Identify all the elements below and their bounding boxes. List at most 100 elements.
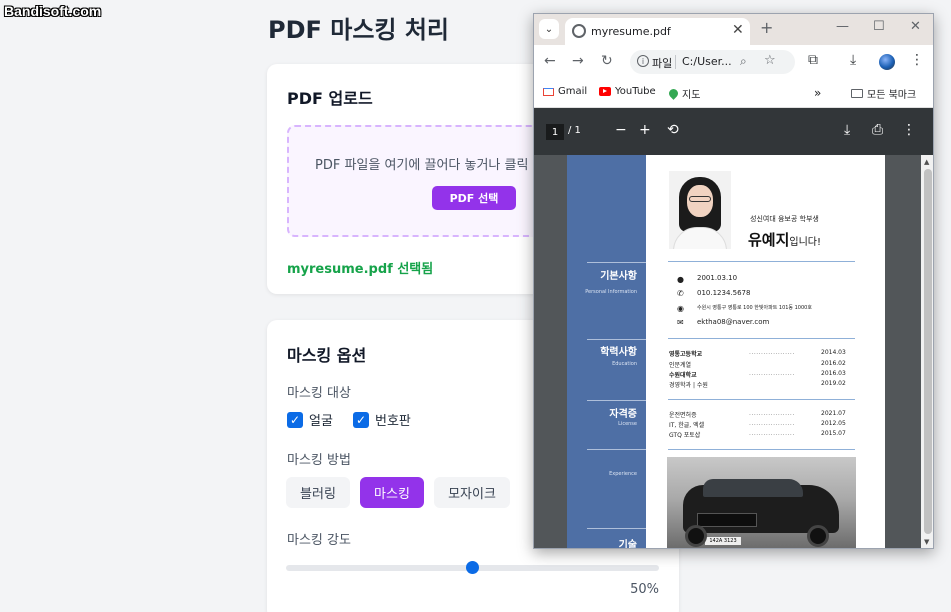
all-bookmarks[interactable]: 모든 북마크 [851,86,916,101]
divider [668,399,855,400]
edu-name: 경영학과 | 수원 [669,382,708,389]
print-icon[interactable]: ⎙ [872,122,883,138]
section-subtitle: Education [612,361,637,367]
bookmark-youtube[interactable]: YouTube [599,86,656,97]
url-text: C:/User... [682,55,732,68]
profile-photo [669,171,731,249]
location-icon: ◉ [677,304,684,313]
scroll-up-icon[interactable]: ▲ [924,158,929,166]
maps-icon [667,87,680,100]
profile-avatar[interactable] [879,54,895,70]
edu-name: 영통고등학교 [669,351,703,358]
section-title: 학력사항 [600,347,637,358]
bookmark-gmail-label: Gmail [558,86,588,97]
strength-label: 마스킹 강도 [287,533,351,548]
youtube-icon [599,87,611,96]
extensions-icon[interactable]: ⧉ [808,52,818,68]
zoom-icon[interactable]: ⌕ [740,54,747,69]
divider [668,449,855,450]
pdf-download-icon[interactable]: ⤓ [844,122,850,138]
browser-window: ⌄ myresume.pdf ✕ + — ☐ ✕ ← → ↻ i 파일 C:/U… [533,13,934,549]
bookmark-star-icon[interactable]: ☆ [764,53,776,68]
edu-date: 2016.03 [821,370,846,377]
globe-icon [572,24,586,38]
mail-icon: ✉ [677,318,684,327]
section-subtitle: Experience [609,471,637,477]
pdf-menu-icon[interactable]: ⋮ [902,122,916,138]
method-blur-button[interactable]: 블러링 [286,477,350,508]
strength-slider-thumb[interactable] [466,561,479,574]
page-number-input[interactable]: 1 [546,124,564,140]
bookmarks-bar: Gmail YouTube 지도 » 모든 북마크 [534,78,933,108]
section-subtitle: Personal Information [585,289,637,295]
rotate-icon[interactable]: ⟲ [667,122,679,138]
edu-name: 인문계열 [669,362,692,369]
resume-name: 유예지입니다! [748,229,821,250]
menu-icon[interactable]: ⋮ [910,52,924,68]
person-icon: ● [677,275,684,284]
selected-file-text: myresume.pdf 선택됨 [287,262,434,277]
photo-glasses [689,196,711,202]
more-bookmarks-icon[interactable]: » [814,86,821,100]
leader-dots: ................... [749,349,795,356]
info-icon[interactable]: i [637,55,649,67]
method-label: 마스킹 방법 [287,453,351,468]
download-icon[interactable]: ⤓ [850,52,856,68]
method-mask-button[interactable]: 마스킹 [360,477,424,508]
car-window [703,479,803,497]
scroll-down-icon[interactable]: ▼ [924,538,929,546]
forward-icon[interactable]: → [572,53,584,69]
bookmark-maps-label: 지도 [682,90,701,101]
section-divider [587,400,646,401]
close-icon[interactable]: ✕ [732,22,744,38]
address-bar[interactable]: i 파일 C:/User... ⌕ ☆ [630,50,795,74]
strength-value: 50% [630,582,659,597]
edu-date: 2019.02 [821,380,846,387]
all-bookmarks-label: 모든 북마크 [867,90,917,101]
checkmark-icon: ✓ [353,411,369,428]
bookmark-maps[interactable]: 지도 [667,86,701,101]
section-subtitle: License [618,421,637,427]
section-divider [587,339,646,340]
window-close-icon[interactable]: ✕ [910,19,921,34]
back-icon[interactable]: ← [544,53,556,69]
pdf-select-button[interactable]: PDF 선택 [432,186,516,210]
pdf-viewer[interactable]: 기본사항 Personal Information 학력사항 Education… [534,155,921,548]
method-mosaic-button[interactable]: 모자이크 [434,477,510,508]
tab-search-button[interactable]: ⌄ [539,19,559,39]
car-wheel [685,525,707,547]
minimize-icon[interactable]: — [836,19,849,34]
leader-dots: ................... [749,420,795,427]
zoom-out-icon[interactable]: − [615,122,627,138]
page-title: PDF 마스킹 처리 [268,16,450,44]
browser-toolbar: ← → ↻ i 파일 C:/User... ⌕ ☆ ⧉ ⤓ ⋮ [534,45,933,78]
face-checkbox[interactable]: ✓ 얼굴 [287,410,333,429]
checkmark-icon: ✓ [287,411,303,428]
tab-myresume[interactable]: myresume.pdf ✕ [565,18,750,45]
section-divider [587,449,646,450]
resume-name-suffix: 입니다! [789,237,822,248]
section-divider [587,528,646,529]
file-chip: 파일 [652,57,673,70]
car-photo: 142A 3123 [667,457,856,548]
zoom-in-icon[interactable]: + [639,122,651,138]
maximize-icon[interactable]: ☐ [873,19,885,34]
gmail-icon [543,87,554,96]
info-email: ektha08@naver.com [697,318,770,326]
car-grille [697,513,757,527]
leader-dots: ................... [749,410,795,417]
new-tab-icon[interactable]: + [760,18,773,37]
resume-school-line: 성신여대 융보공 학부생 [750,215,819,223]
section-divider [587,262,646,263]
target-label: 마스킹 대상 [287,386,351,401]
license-date: 2021.07 [821,410,846,417]
license-date: 2012.05 [821,420,846,427]
watermark: Bandisoft.com [4,3,102,19]
license-name: GTQ 포토샵 [669,432,701,439]
tab-bar: ⌄ myresume.pdf ✕ + — ☐ ✕ [534,14,933,45]
plate-checkbox[interactable]: ✓ 번호판 [353,410,411,429]
scrollbar-thumb[interactable] [924,169,932,534]
pdf-scrollbar[interactable]: ▲ ▼ [921,155,933,548]
reload-icon[interactable]: ↻ [601,53,613,69]
bookmark-gmail[interactable]: Gmail [543,86,587,97]
